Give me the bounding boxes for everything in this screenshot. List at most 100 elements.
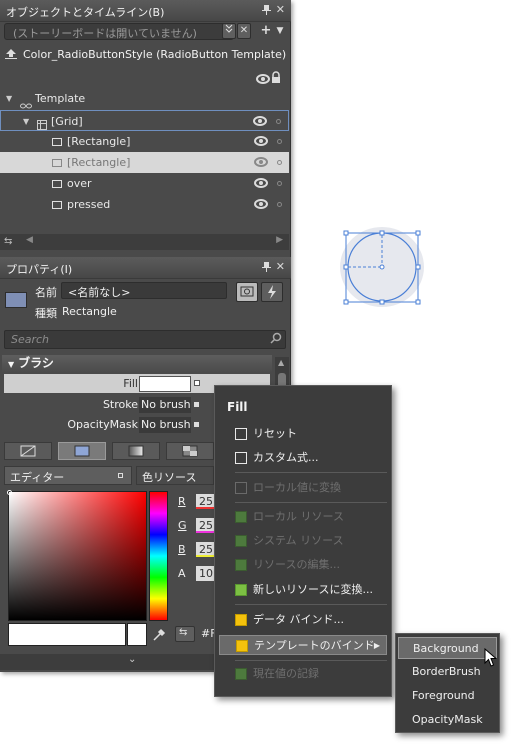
- eye-icon[interactable]: [254, 157, 268, 167]
- menu-item-template-binding[interactable]: テンプレートのバインド ▶: [219, 635, 387, 655]
- green-label: G: [178, 519, 187, 532]
- submenu-item-foreground[interactable]: Foreground: [398, 685, 497, 707]
- blue-field[interactable]: B 25: [178, 542, 218, 560]
- tree-horizontal-scrollbar[interactable]: ⇆ ◀ ▶: [0, 234, 289, 250]
- tab-editor-label: エディター: [10, 471, 65, 484]
- expand-arrow-icon[interactable]: ▼: [6, 88, 12, 109]
- menu-item-convert-local: ローカル値に変換: [219, 478, 387, 498]
- search-input[interactable]: Search: [4, 330, 286, 349]
- properties-view-button[interactable]: [236, 282, 258, 302]
- objects-panel-title: オブジェクトとタイムライン(B): [6, 6, 165, 19]
- brush-category-header[interactable]: ▼ ブラシ: [2, 355, 272, 372]
- eye-icon[interactable]: [256, 74, 270, 84]
- menu-item-label: システム リソース: [253, 534, 344, 547]
- menu-item-convert-new-resource[interactable]: 新しいリソースに変換...: [219, 580, 387, 600]
- scope-up-icon[interactable]: [5, 49, 17, 62]
- menu-item-label: 新しいリソースに変換...: [253, 583, 373, 596]
- storyboard-dropdown-button[interactable]: [222, 23, 236, 39]
- hue-slider[interactable]: [149, 491, 168, 621]
- lock-dot-icon[interactable]: [277, 181, 282, 186]
- no-brush-tab[interactable]: [4, 442, 52, 460]
- name-input[interactable]: <名前なし>: [61, 282, 227, 299]
- advanced-options-icon[interactable]: [194, 422, 199, 427]
- menu-item-reset[interactable]: リセット: [219, 424, 387, 444]
- expand-down-icon[interactable]: ⌄: [128, 654, 136, 665]
- eyedropper-icon[interactable]: [152, 628, 166, 645]
- scroll-right-icon[interactable]: ▶: [276, 235, 283, 245]
- eye-icon[interactable]: [253, 116, 267, 126]
- tab-color-resources-label: 色リソース: [142, 471, 197, 484]
- menu-separator: [235, 472, 387, 473]
- expand-arrow-icon[interactable]: ▼: [23, 111, 29, 132]
- color-selector-marker[interactable]: [7, 490, 12, 495]
- checkbox-icon: [235, 452, 247, 464]
- tree-item-over[interactable]: over: [0, 173, 289, 194]
- selected-color-swatch: [8, 623, 126, 646]
- submenu-item-borderbrush[interactable]: BorderBrush: [398, 661, 497, 683]
- previous-color-swatch: [127, 623, 147, 646]
- close-icon[interactable]: ✕: [276, 260, 285, 273]
- events-view-button[interactable]: [261, 282, 283, 302]
- tree-item-label: Template: [35, 92, 86, 105]
- color-gradient-picker[interactable]: [8, 491, 147, 621]
- tab-color-resources[interactable]: 色リソース: [136, 466, 214, 485]
- tab-options-icon[interactable]: [118, 473, 123, 478]
- mouse-cursor-icon: [484, 647, 498, 671]
- menu-item-custom-expression[interactable]: カスタム式...: [219, 448, 387, 468]
- submenu-item-opacitymask[interactable]: OpacityMask: [398, 709, 497, 731]
- opacitymask-value[interactable]: No brush: [139, 417, 191, 433]
- green-field[interactable]: G 25: [178, 518, 218, 536]
- color-mode-button[interactable]: ⇆: [175, 626, 195, 642]
- design-canvas-ellipse[interactable]: [338, 225, 430, 307]
- menu-item-label: 現在値の記録: [253, 667, 319, 680]
- chevron-down-icon[interactable]: ▼: [272, 23, 288, 39]
- eye-icon[interactable]: [254, 199, 268, 209]
- resource-icon: [235, 559, 247, 571]
- rectangle-icon: [52, 159, 62, 167]
- close-icon[interactable]: ✕: [276, 3, 285, 16]
- solid-brush-tab[interactable]: [58, 442, 106, 460]
- alpha-label: A: [178, 567, 186, 580]
- binding-icon: [235, 614, 247, 626]
- tree-item-pressed[interactable]: pressed: [0, 194, 289, 215]
- lock-dot-icon[interactable]: [277, 139, 282, 144]
- menu-item-label: データ バインド...: [253, 613, 344, 626]
- alpha-field[interactable]: A 10: [178, 566, 218, 584]
- properties-panel-titlebar: プロパティ(I) ✕: [0, 257, 291, 279]
- submenu-item-background[interactable]: Background: [398, 637, 497, 659]
- tree-item-grid[interactable]: ▼ [Grid]: [0, 110, 289, 131]
- red-field[interactable]: R 25: [178, 494, 218, 512]
- lock-dot-icon[interactable]: [276, 119, 281, 124]
- storyboard-combo[interactable]: (ストーリーボードは開いていません): [4, 23, 234, 40]
- advanced-options-icon[interactable]: [194, 402, 199, 407]
- lock-dot-icon[interactable]: [277, 160, 282, 165]
- stroke-value[interactable]: No brush: [139, 397, 191, 413]
- properties-panel-title: プロパティ(I): [6, 263, 73, 276]
- tile-brush-tab[interactable]: [166, 442, 214, 460]
- tree-item-template[interactable]: ▼ Template: [0, 88, 289, 109]
- menu-item-data-binding[interactable]: データ バインド...: [219, 610, 387, 630]
- close-storyboard-button[interactable]: ✕: [237, 23, 251, 39]
- fill-value[interactable]: [139, 376, 191, 392]
- pin-icon[interactable]: [262, 262, 271, 272]
- brush-type-tabs: [4, 442, 219, 460]
- scroll-left-icon[interactable]: ◀: [26, 235, 33, 245]
- timeline-toggle-icon[interactable]: ⇆: [4, 236, 12, 247]
- gradient-brush-tab[interactable]: [112, 442, 160, 460]
- lock-dot-icon[interactable]: [277, 202, 282, 207]
- eye-icon[interactable]: [254, 136, 268, 146]
- lock-icon[interactable]: [271, 71, 281, 86]
- tree-item-rectangle-selected[interactable]: [Rectangle]: [0, 152, 289, 173]
- advanced-options-icon[interactable]: [194, 380, 200, 386]
- menu-separator: [235, 604, 387, 605]
- tree-item-rectangle[interactable]: [Rectangle]: [0, 131, 289, 152]
- rectangle-icon: [52, 180, 62, 188]
- scroll-up-icon[interactable]: ▲: [278, 358, 284, 367]
- collapse-arrow-icon[interactable]: ▼: [8, 360, 14, 369]
- rectangle-icon: [52, 201, 62, 209]
- style-scope-row[interactable]: Color_RadioButtonStyle (RadioButton Temp…: [0, 44, 291, 84]
- type-label: 種類: [35, 307, 57, 320]
- eye-icon[interactable]: [254, 178, 268, 188]
- tab-editor[interactable]: エディター: [4, 466, 132, 485]
- pin-icon[interactable]: [262, 5, 271, 15]
